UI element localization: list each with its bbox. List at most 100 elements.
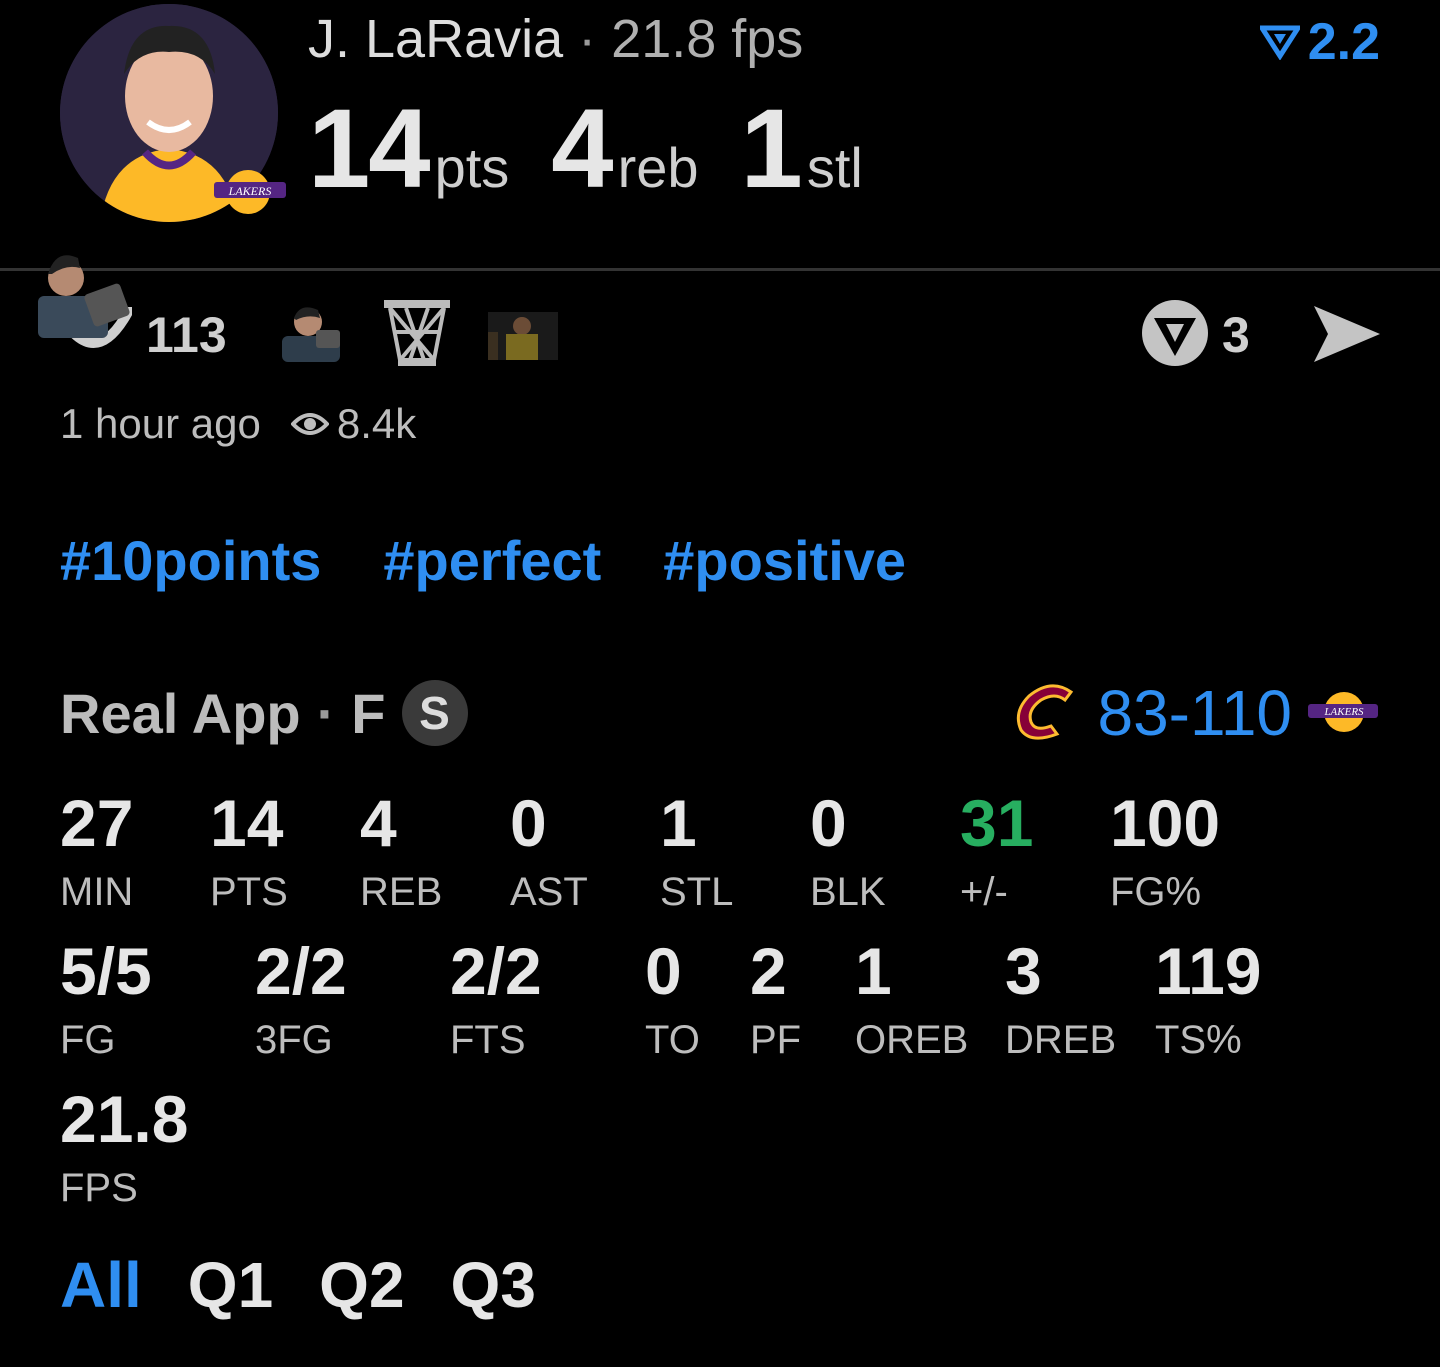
send-button[interactable] [1310,302,1382,366]
tab-all[interactable]: All [60,1248,142,1322]
stat-ts-pct: 119 TS% [1155,938,1261,1063]
stat-fps: 21.8 FPS [60,1086,188,1211]
stat-pts: 14 PTS [210,790,288,915]
share-count: 3 [1222,307,1250,363]
reaction-hoop[interactable] [384,298,450,368]
stat-oreb: 1 OREB [855,938,968,1063]
source-name: Real App [60,681,301,745]
player-fps: 21.8 fps [611,9,804,69]
starter-badge: S [401,680,468,746]
tab-q2[interactable]: Q2 [319,1248,404,1322]
reaction-avatar-2[interactable] [488,312,558,360]
stat-dreb: 3 DREB [1005,938,1116,1063]
share-count-button[interactable] [1140,298,1210,368]
stat-value: 1 [660,786,697,860]
stat-label: +/- [960,870,1008,914]
chevron-down-triangle-icon [1259,25,1300,60]
game-score[interactable]: 83-110 LAKERS [1011,676,1380,750]
post-time: 1 hour ago [60,400,261,447]
stat-blk: 0 BLK [810,790,886,915]
stat-label: BLK [810,870,886,914]
stat-fts: 2/2 FTS [450,938,542,1063]
hoop-icon [384,300,450,366]
rating-value: 2.2 [1307,13,1380,71]
pts-value: 14 [308,86,431,211]
hashtag[interactable]: #perfect [383,528,601,593]
v-logo-icon [1142,300,1208,366]
cavaliers-logo-icon [1017,684,1074,740]
stat-plus-minus: 31 +/- [960,790,1033,915]
reaction-emoji-icon [488,312,558,360]
period-tabs: All Q1 Q2 Q3 [60,1248,536,1322]
stat-fg-pct: 100 FG% [1110,790,1220,915]
stat-value: 27 [60,786,134,860]
stat-value: 0 [810,786,847,860]
stat-value: 0 [510,786,547,860]
stat-label: DREB [1005,1018,1117,1062]
stat-label: FTS [450,1018,526,1062]
stat-label: PTS [210,870,288,914]
stat-value: 1 [855,934,892,1008]
stat-min: 27 MIN [60,790,133,915]
reaction-count: 113 [146,307,227,363]
stl-value: 1 [740,86,803,211]
stat-label: MIN [60,870,134,914]
tab-q1[interactable]: Q1 [188,1248,273,1322]
stat-fg: 5/5 FG [60,938,152,1063]
stat-label: OREB [855,1018,969,1062]
stat-reb: 4 REB [360,790,442,915]
stat-ast: 0 AST [510,790,588,915]
stat-value: 4 [360,786,397,860]
view-count: 8.4k [290,400,417,448]
player-header: J. LaRavia · 21.8 fps [308,8,803,70]
stl-unit: stl [806,136,863,199]
stat-label: FG [60,1018,116,1062]
stat-label: FPS [60,1166,138,1210]
stat-value: 119 [1155,934,1262,1008]
player-position: F [351,681,386,745]
separator: · [578,9,597,69]
lakers-logo-icon: LAKERS [1308,692,1378,732]
tab-q3[interactable]: Q3 [451,1248,536,1322]
stat-label: STL [660,870,734,914]
eye-icon [290,413,329,435]
hashtag-list: #10points #perfect #positive [60,528,906,593]
stat-label: PF [750,1018,802,1062]
stat-3fg: 2/2 3FG [255,938,347,1063]
divider [0,268,1440,271]
stat-label: TS% [1155,1018,1242,1062]
post-meta: 1 hour ago 8.4k [60,400,416,448]
reb-value: 4 [551,86,613,211]
stat-label: AST [510,870,588,914]
stat-value: 3 [1005,934,1042,1008]
stat-value: 2/2 [255,934,347,1008]
reaction-smile-button[interactable] [22,244,137,368]
stat-label: 3FG [255,1018,333,1062]
rating-button[interactable]: 2.2 [1259,12,1380,72]
reb-unit: reb [617,136,699,199]
stat-to: 0 TO [645,938,700,1063]
reaction-emoji-icon [282,307,340,362]
stat-pf: 2 PF [750,938,801,1063]
stat-label: REB [360,870,443,914]
hashtag[interactable]: #10points [60,528,321,593]
reaction-avatar-1[interactable] [276,300,346,362]
stat-stl: 1 STL [660,790,733,915]
lakers-logo-icon: LAKERS [210,160,290,220]
pts-unit: pts [434,136,510,199]
send-icon [1314,306,1380,362]
stat-value: 2/2 [450,934,542,1008]
stat-value: 2 [750,934,787,1008]
stat-value: 14 [210,786,284,860]
headline-stats: 14 pts 4 reb 1 stl [308,84,905,213]
view-count-value: 8.4k [336,400,417,447]
game-source: Real App · F S [60,680,468,746]
player-name[interactable]: J. LaRavia [308,9,563,69]
svg-text:LAKERS: LAKERS [228,184,272,198]
stat-value: 5/5 [60,934,152,1008]
stat-label: FG% [1110,870,1202,914]
stat-label: TO [645,1018,700,1062]
smile-icon [38,255,137,348]
hashtag[interactable]: #positive [663,528,906,593]
stat-value: 31 [960,786,1034,860]
